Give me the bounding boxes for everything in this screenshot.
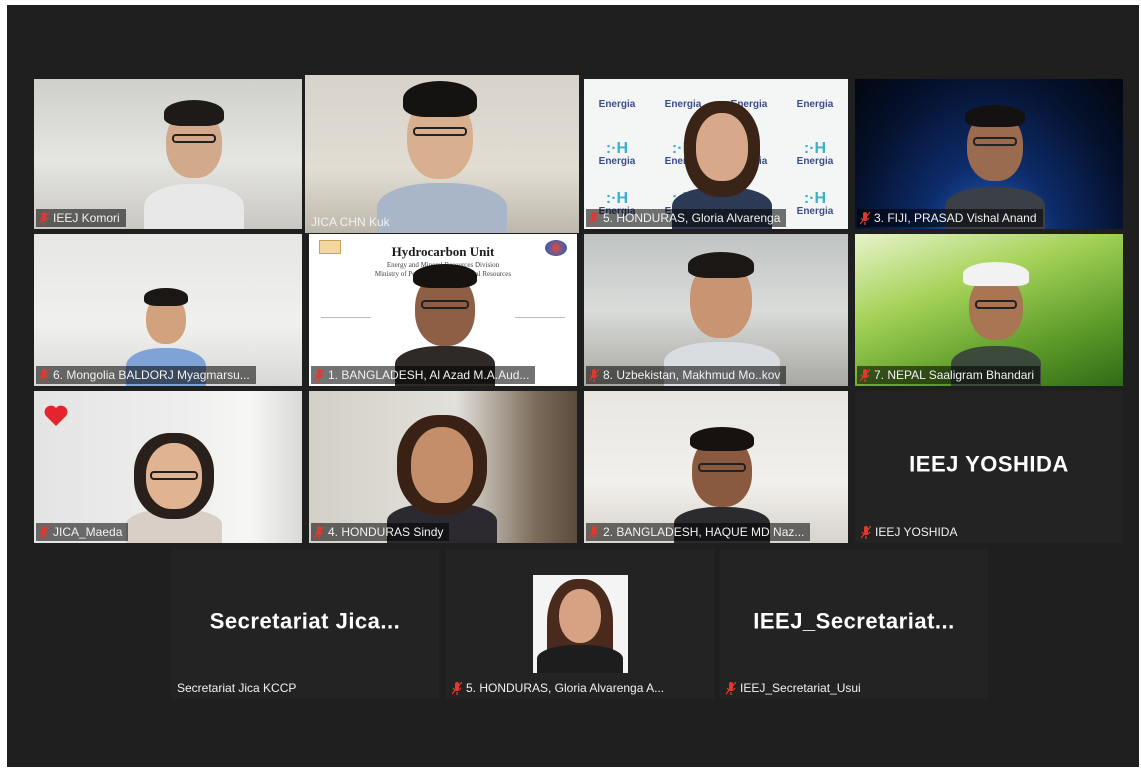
participant-tile[interactable]: 4. HONDURAS Sindy [309, 391, 577, 543]
participant-name-tag: 6. Mongolia BALDORJ Myagmarsu... [36, 366, 256, 384]
participant-display-name: IEEJ YOSHIDA [909, 451, 1069, 477]
participant-name-tag: JICA CHN Kuk [307, 213, 396, 231]
participant-name-tag: 1. BANGLADESH, Al Azad M.A.Aud... [311, 366, 536, 384]
participant-name-tag: 2. BANGLADESH, HAQUE MD Naz... [586, 523, 811, 541]
participant-name: IEEJ Komori [53, 211, 120, 225]
video-gallery: IEEJ Komori JICA CHN Kuk Energia Energia… [7, 5, 1139, 767]
slide-text-block [515, 302, 565, 318]
mic-muted-icon [726, 681, 736, 695]
participant-tile-video-off[interactable]: IEEJ YOSHIDA IEEJ YOSHIDA [855, 391, 1123, 543]
participant-video [144, 94, 244, 229]
participant-tile[interactable]: 7. NEPAL Saaligram Bhandari [855, 234, 1123, 386]
participant-name: 8. Uzbekistan, Makhmud Mo..kov [603, 368, 781, 382]
mic-muted-icon [39, 368, 49, 382]
participant-tile[interactable]: IEEJ Komori [34, 79, 302, 229]
participant-tile[interactable]: 3. FIJI, PRASAD Vishal Anand [855, 79, 1123, 229]
mic-muted-icon [589, 525, 599, 539]
participant-name: IEEJ_Secretariat_Usui [740, 681, 861, 695]
participant-name-tag: 5. HONDURAS, Gloria Alvarenga A... [448, 679, 670, 697]
mic-muted-icon [39, 211, 49, 225]
participant-tile[interactable]: 8. Uzbekistan, Makhmud Mo..kov [584, 234, 848, 386]
participant-tile-video-off[interactable]: 5. HONDURAS, Gloria Alvarenga A... [446, 549, 714, 699]
participant-name: 5. HONDURAS, Gloria Alvarenga [603, 211, 781, 225]
participant-name-tag: 4. HONDURAS Sindy [311, 523, 450, 541]
participant-video [664, 246, 780, 386]
mic-muted-icon [860, 211, 870, 225]
mic-muted-icon [452, 681, 462, 695]
mic-muted-icon [39, 525, 49, 539]
participant-tile-video-off[interactable]: Secretariat Jica... Secretariat Jica KCC… [171, 549, 439, 699]
slide-text-block [321, 302, 371, 318]
participant-name: JICA_Maeda [53, 525, 123, 539]
mic-muted-icon [860, 368, 870, 382]
participant-name-tag: 7. NEPAL Saaligram Bhandari [857, 366, 1041, 384]
participant-name: IEEJ YOSHIDA [875, 525, 958, 539]
mic-muted-icon [589, 211, 599, 225]
participant-name: 6. Mongolia BALDORJ Myagmarsu... [53, 368, 250, 382]
participant-name-tag: JICA_Maeda [36, 523, 129, 541]
participant-tile[interactable]: JICA_Maeda [34, 391, 302, 543]
mic-muted-icon [589, 368, 599, 382]
participant-tile-active-speaker[interactable]: JICA CHN Kuk [305, 75, 579, 233]
heart-reaction-icon [44, 405, 68, 426]
participant-name: JICA CHN Kuk [311, 215, 390, 229]
participant-name: 2. BANGLADESH, HAQUE MD Naz... [603, 525, 805, 539]
participant-name: 5. HONDURAS, Gloria Alvarenga A... [466, 681, 665, 695]
participant-name: Secretariat Jica KCCP [177, 681, 297, 695]
participant-name: 7. NEPAL Saaligram Bhandari [874, 368, 1035, 382]
mic-muted-icon [314, 368, 324, 382]
participant-name-tag: Secretariat Jica KCCP [173, 679, 302, 697]
participant-tile[interactable]: Energia Energia Energia Energia :·H Energ… [584, 79, 848, 229]
profile-picture [533, 575, 628, 673]
mic-muted-icon [314, 525, 324, 539]
participant-video [377, 79, 507, 233]
participant-tile[interactable]: Hydrocarbon Unit Energy and Mineral Reso… [309, 234, 577, 386]
participant-name-tag: IEEJ Komori [36, 209, 126, 227]
participant-display-name: Secretariat Jica... [209, 608, 401, 634]
participant-video [126, 431, 222, 543]
participant-name-tag: IEEJ YOSHIDA [857, 523, 963, 541]
participant-display-name: IEEJ_Secretariat... [753, 608, 955, 634]
participant-name-tag: 8. Uzbekistan, Makhmud Mo..kov [586, 366, 787, 384]
participant-name-tag: 5. HONDURAS, Gloria Alvarenga [586, 209, 787, 227]
participant-name-tag: IEEJ_Secretariat_Usui [722, 679, 867, 697]
participant-name: 3. FIJI, PRASAD Vishal Anand [874, 211, 1037, 225]
participant-tile-video-off[interactable]: IEEJ_Secretariat... IEEJ_Secretariat_Usu… [720, 549, 988, 699]
participant-tile[interactable]: 2. BANGLADESH, HAQUE MD Naz... [584, 391, 848, 543]
participant-name-tag: 3. FIJI, PRASAD Vishal Anand [857, 209, 1043, 227]
mic-muted-icon [861, 525, 871, 539]
participant-name: 4. HONDURAS Sindy [328, 525, 444, 539]
participant-tile[interactable]: 6. Mongolia BALDORJ Myagmarsu... [34, 234, 302, 386]
participant-name: 1. BANGLADESH, Al Azad M.A.Aud... [328, 368, 530, 382]
